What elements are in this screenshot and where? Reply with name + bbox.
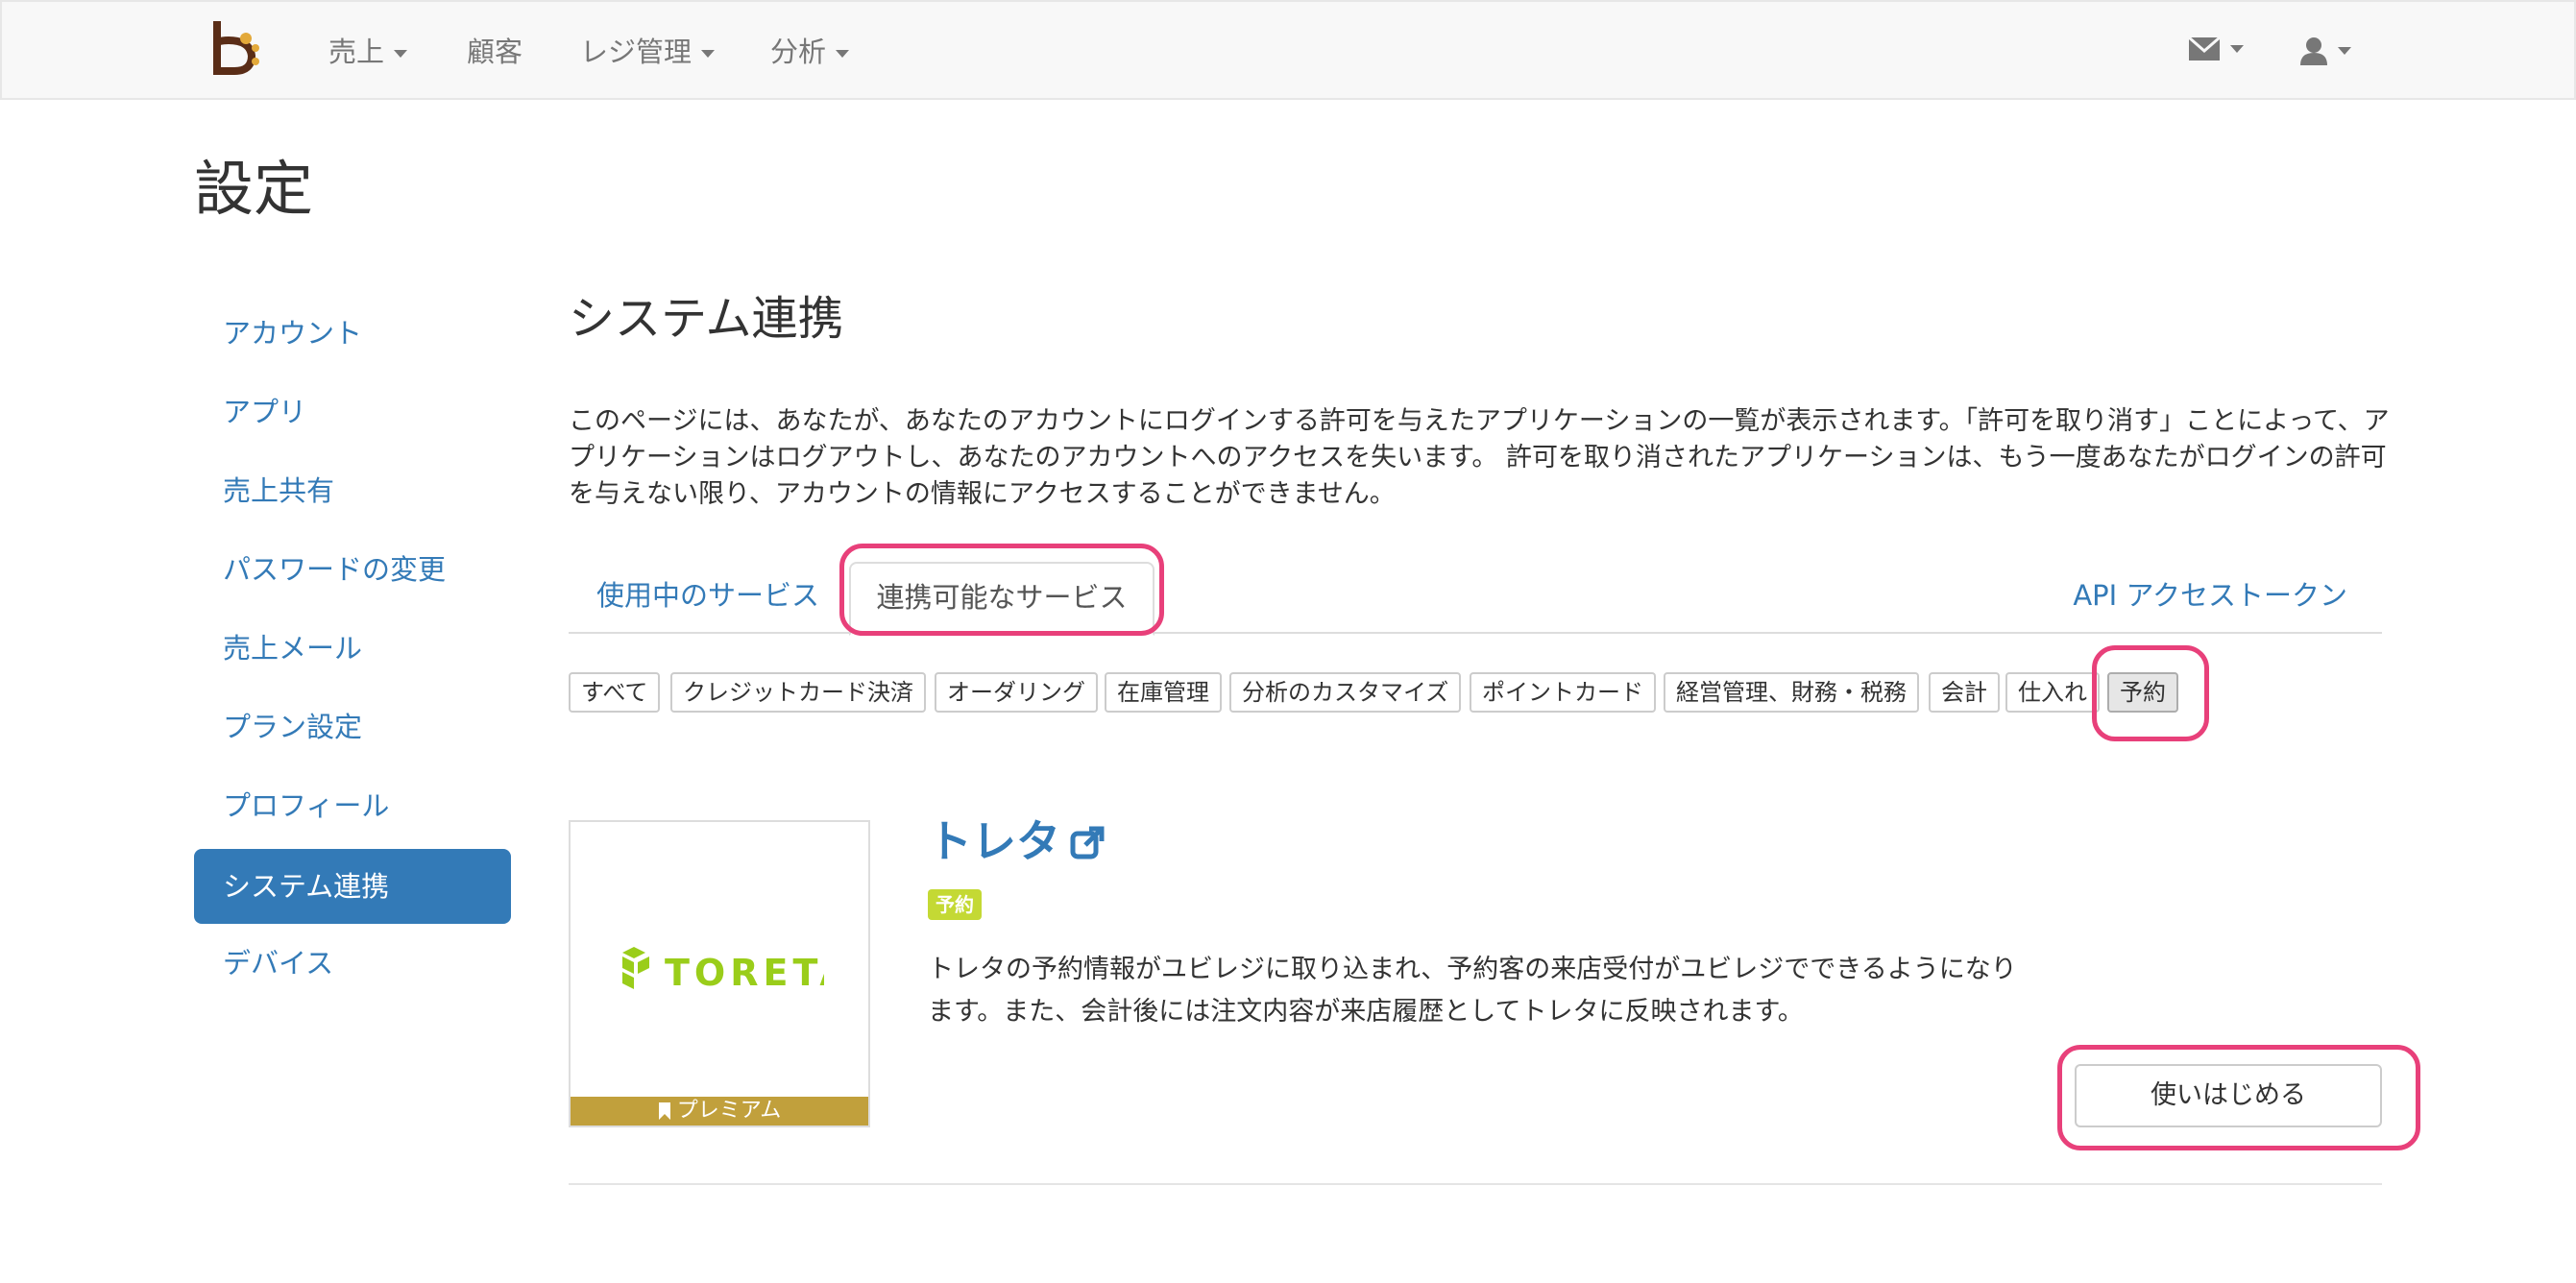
caret-down-icon: [836, 50, 850, 58]
tab-label: 使用中のサービス: [595, 579, 819, 612]
tab-available-services[interactable]: 連携可能なサービス: [849, 562, 1154, 636]
sidebar-item-label: システム連携: [223, 870, 390, 903]
toreta-logo: TORETA: [622, 947, 824, 994]
sidebar-item-label: パスワードの変更: [223, 553, 447, 586]
premium-label: プレミアム: [676, 1099, 782, 1123]
sidebar-item-password[interactable]: パスワードの変更: [194, 532, 511, 607]
start-using-button[interactable]: 使いはじめる: [2075, 1064, 2382, 1127]
filter-all[interactable]: すべて: [569, 672, 661, 713]
filter-label: すべて: [581, 679, 648, 706]
section-title: システム連携: [569, 292, 844, 346]
mail-menu[interactable]: [2188, 36, 2244, 67]
sidebar-item-system-integration[interactable]: システム連携: [194, 849, 511, 924]
user-menu[interactable]: [2299, 36, 2351, 67]
filter-label: 仕入れ: [2018, 679, 2087, 706]
svg-text:TORETA: TORETA: [665, 952, 824, 994]
ubiregi-logo-icon[interactable]: [207, 19, 265, 79]
sidebar-item-profile[interactable]: プロフィール: [194, 768, 511, 843]
tab-label: 連携可能なサービス: [876, 581, 1128, 614]
premium-badge: プレミアム: [571, 1097, 868, 1126]
service-name-link[interactable]: トレタ: [928, 812, 1060, 870]
filter-label: ポイントカード: [1482, 679, 1643, 706]
sidebar-item-label: プロフィール: [223, 789, 390, 822]
sidebar-item-account[interactable]: アカウント: [194, 296, 511, 371]
nav-menu-label: 売上: [328, 36, 385, 68]
nav-menu-sales[interactable]: 売上: [328, 31, 408, 73]
filter-credit-card[interactable]: クレジットカード決済: [670, 672, 926, 713]
sidebar-item-label: 売上共有: [223, 474, 335, 507]
api-link-label: API アクセストークン: [2073, 579, 2347, 612]
sidebar-item-label: アカウント: [223, 317, 363, 350]
service-description: トレタの予約情報がユビレジに取り込まれ、予約客の来店受付がユビレジでできるように…: [928, 955, 2017, 1027]
section-description: このページには、あなたが、あなたのアカウントにログインする許可を与えたアプリケー…: [569, 406, 2390, 509]
filter-point-card[interactable]: ポイントカード: [1470, 672, 1656, 713]
bookmark-icon: [658, 1102, 670, 1120]
filter-analytics-customize[interactable]: 分析のカスタマイズ: [1229, 672, 1462, 713]
sidebar-item-sales-share[interactable]: 売上共有: [194, 453, 511, 528]
sidebar-item-devices[interactable]: デバイス: [194, 926, 511, 1001]
api-access-token-link[interactable]: API アクセストークン: [2055, 562, 2382, 634]
sidebar-item-apps[interactable]: アプリ: [194, 375, 511, 449]
sidebar-item-label: 売上メール: [223, 632, 363, 665]
filter-label: 在庫管理: [1117, 679, 1209, 706]
filter-label: 経営管理、財務・税務: [1676, 679, 1907, 706]
caret-down-icon: [2338, 47, 2351, 55]
caret-down-icon: [394, 50, 408, 58]
sidebar-item-label: デバイス: [223, 947, 334, 980]
nav-menu-label: 顧客: [467, 36, 523, 68]
sidebar-item-plan[interactable]: プラン設定: [194, 690, 511, 764]
nav-menu-label: 分析: [770, 36, 827, 68]
filter-purchasing[interactable]: 仕入れ: [2005, 672, 2100, 713]
service-category-label: 予約: [928, 889, 982, 920]
filter-ordering[interactable]: オーダリング: [935, 672, 1098, 713]
mail-icon: [2188, 36, 2221, 61]
toreta-mark-icon: [622, 947, 649, 989]
filter-label: 会計: [1941, 679, 1987, 706]
tab-services-in-use[interactable]: 使用中のサービス: [569, 562, 847, 634]
sidebar-item-label: アプリ: [223, 396, 307, 428]
filter-label: クレジットカード決済: [683, 679, 913, 706]
top-navbar: 売上 顧客 レジ管理 分析: [0, 0, 2576, 100]
caret-down-icon: [2230, 45, 2244, 53]
nav-menu-register[interactable]: レジ管理: [580, 31, 716, 73]
filter-inventory[interactable]: 在庫管理: [1105, 672, 1222, 713]
filter-label: 分析のカスタマイズ: [1242, 679, 1449, 706]
filter-reservation[interactable]: 予約: [2107, 672, 2178, 713]
filter-management-finance[interactable]: 経営管理、財務・税務: [1664, 672, 1919, 713]
external-link-icon[interactable]: [1070, 826, 1105, 860]
service-thumbnail: TORETA プレミアム: [569, 820, 870, 1127]
filter-accounting[interactable]: 会計: [1929, 672, 2000, 713]
sidebar-item-sales-mail[interactable]: 売上メール: [194, 611, 511, 686]
filter-label: オーダリング: [947, 679, 1085, 706]
sidebar-item-label: プラン設定: [223, 711, 363, 743]
nav-menu-customers[interactable]: 顧客: [467, 31, 522, 73]
user-icon: [2300, 37, 2327, 65]
filter-label: 予約: [2120, 679, 2166, 706]
caret-down-icon: [701, 50, 716, 58]
card-divider: [569, 1183, 2382, 1185]
page-title: 設定: [194, 154, 314, 224]
nav-menu-analytics[interactable]: 分析: [770, 31, 850, 73]
nav-menu-label: レジ管理: [580, 36, 693, 68]
